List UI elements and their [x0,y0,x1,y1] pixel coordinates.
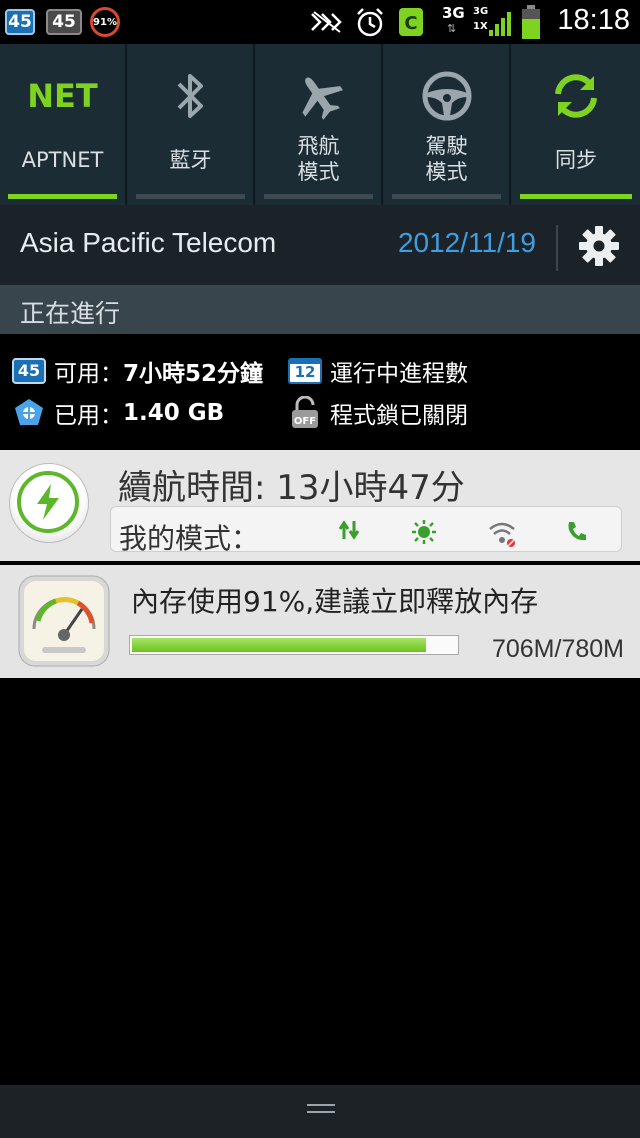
battery-app-icon [9,463,89,543]
toggle-label: APTNET [21,148,104,172]
toggle-indicator [136,194,245,199]
battery-level-badge: 45 [46,9,82,35]
signal-muted-icon [311,11,342,33]
calendar-count-icon: 12 [288,358,322,384]
status-bar: 45 45 91% C 3G ⇅ 3G 1X 18:18 [0,0,640,44]
lightning-icon [37,484,59,520]
svg-text:C: C [404,13,417,34]
wifi-off-icon[interactable] [487,519,517,547]
quick-settings-panel: NET APTNET 藍牙 飛航 模式 駕駛 模式 同步 [0,44,640,205]
airplane-icon [301,77,343,120]
toggle-driving-mode[interactable]: 駕駛 模式 [384,44,511,205]
settings-gear-icon[interactable] [577,224,621,268]
data-arrows-small: ⇅ [447,22,457,35]
memory-warning-text: 內存使用91%,建議立即釋放內存 [131,585,539,618]
memory-usage-value: 706M/780M [491,635,624,663]
battery-time-badge: 45 [5,9,35,35]
battery-info-notification[interactable]: 45 可用： 7小時52分鐘 已用： 1.40 GB 12 運行中進程數 OFF 程… [0,334,640,448]
app-c-icon: C [399,8,423,36]
battery-remaining-time: 續航時間: 13小時47分 [118,468,465,508]
brightness-icon[interactable] [411,519,437,545]
drag-handle-icon[interactable] [306,1100,336,1118]
available-time-item: 45 可用： 7小時52分鐘 [12,354,263,388]
toggle-sync[interactable]: 同步 [512,44,640,205]
available-value: 7小時52分鐘 [123,361,264,387]
memory-percent-badge: 91% [90,7,120,37]
toggle-indicator [392,194,501,199]
toggle-airplane-mode[interactable]: 飛航 模式 [256,44,383,205]
toggle-label: 藍牙 [169,148,212,172]
ongoing-header-text: 正在進行 [20,299,121,328]
phone-icon[interactable] [565,519,589,543]
bluetooth-icon [177,74,203,118]
memory-usage-notification[interactable]: 內存使用91%,建議立即釋放內存 706M/780M [0,565,640,678]
data-usage-icon [15,399,43,425]
steering-wheel-icon [422,71,471,121]
toggle-indicator [264,194,373,199]
data-used-item: 已用： 1.40 GB [12,396,224,430]
data-arrows-icon[interactable] [337,519,361,541]
network-3g-small-label: 3G [473,6,489,17]
memory-gauge-icon [18,575,110,667]
battery-time-badge-icon: 45 [12,358,46,384]
memory-progress-fill [132,638,427,652]
svg-text:OFF: OFF [294,416,316,427]
carrier-name: Asia Pacific Telecom [20,227,277,258]
sync-icon [555,74,597,118]
net-icon-text: NET [27,77,98,115]
ongoing-section-header: 正在進行 [0,285,640,334]
toggle-label: 駕駛 模式 [425,134,468,184]
carrier-date-row: Asia Pacific Telecom 2012/11/19 [0,205,640,285]
used-value: 1.40 GB [123,400,225,426]
signal-strength-icon [489,12,511,36]
battery-icon [522,5,540,39]
toggle-indicator [520,194,632,199]
available-label: 可用： [54,361,123,387]
toggle-aptnet[interactable]: NET APTNET [0,44,127,205]
memory-progress-bar [129,635,459,655]
network-1x-label: 1X [473,21,488,32]
lock-label: 程式鎖已關閉 [330,403,468,429]
date-label[interactable]: 2012/11/19 [398,227,536,259]
net-icon: NET [0,70,125,122]
toggle-indicator [8,194,117,199]
network-3g-label: 3G [442,4,465,22]
app-lock-item: OFF 程式鎖已關閉 [288,396,468,430]
divider [556,225,558,271]
toggle-label: 同步 [555,148,597,172]
my-mode-bar[interactable]: 我的模式： [110,506,622,552]
toggle-bluetooth[interactable]: 藍牙 [128,44,255,205]
battery-life-notification[interactable]: 續航時間: 13小時47分 我的模式： [0,450,640,561]
clock: 18:18 [557,4,630,36]
processes-label: 運行中進程數 [330,361,468,387]
toggle-label: 飛航 模式 [297,134,340,184]
running-processes-item: 12 運行中進程數 [288,354,468,388]
used-label: 已用： [54,403,123,429]
alarm-icon [357,8,383,37]
lock-off-icon: OFF [292,396,318,428]
mode-label: 我的模式： [119,522,260,552]
